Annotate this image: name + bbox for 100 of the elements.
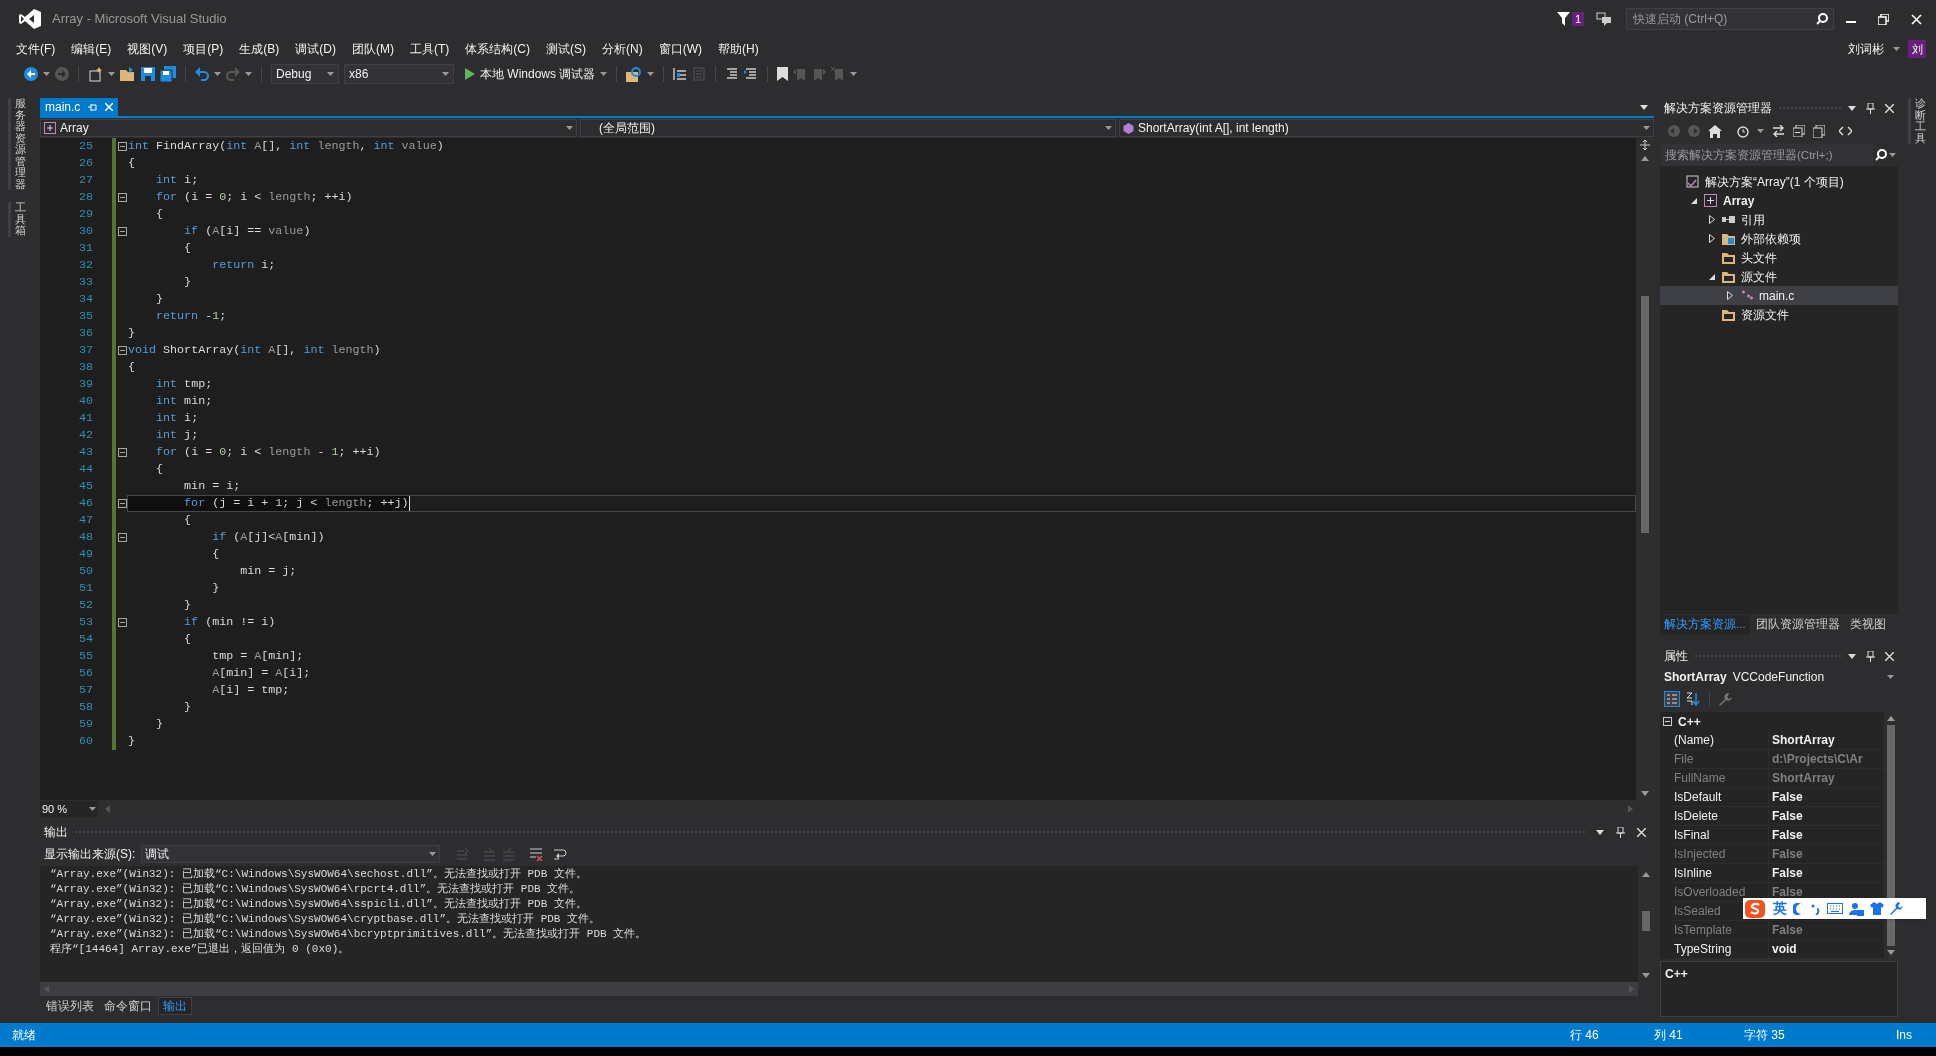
collapsed-arrow-icon[interactable]: [1708, 234, 1716, 243]
restore-icon[interactable]: [1878, 13, 1889, 25]
wrench-icon[interactable]: [1890, 902, 1903, 915]
search-icon[interactable]: [1875, 149, 1887, 161]
dropdown-caret-icon[interactable]: [1105, 126, 1112, 130]
save-all-icon[interactable]: [160, 66, 176, 82]
member-dropdown[interactable]: ShortArray(int A[], int length): [1119, 119, 1654, 137]
close-icon[interactable]: [1885, 103, 1894, 113]
menu-item[interactable]: 调试(D): [287, 39, 344, 59]
dropdown-caret-icon[interactable]: [566, 126, 573, 130]
scrollbar-thumb[interactable]: [1642, 911, 1650, 931]
tree-item[interactable]: 引用: [1660, 210, 1898, 229]
collapsed-arrow-icon[interactable]: [1708, 215, 1716, 224]
keyboard-icon[interactable]: [1827, 903, 1843, 914]
split-window-icon[interactable]: [1640, 140, 1650, 150]
quick-launch-field[interactable]: 快速启动 (Ctrl+Q): [1626, 8, 1834, 30]
pin-icon[interactable]: [1616, 826, 1625, 838]
menu-item[interactable]: 窗口(W): [650, 39, 710, 59]
property-value[interactable]: ShortArray: [1769, 731, 1884, 749]
panel-tab[interactable]: 输出: [158, 997, 192, 1015]
dropdown-caret-icon[interactable]: [245, 72, 252, 76]
close-icon[interactable]: [1885, 651, 1894, 661]
property-value[interactable]: void: [1769, 940, 1884, 958]
zoom-dropdown[interactable]: 90 %: [40, 801, 98, 817]
punctuation-icon[interactable]: [1811, 902, 1821, 915]
property-value[interactable]: False: [1769, 864, 1884, 882]
clear-all-icon[interactable]: [529, 847, 544, 861]
tool-window-tab[interactable]: 诊断工具: [1908, 98, 1926, 145]
menu-item[interactable]: 分析(N): [594, 39, 651, 59]
collapse-icon[interactable]: [117, 142, 127, 151]
skin-shirt-icon[interactable]: [1870, 902, 1884, 915]
categorized-icon[interactable]: [1664, 691, 1680, 707]
menu-item[interactable]: 帮助(H): [710, 39, 767, 59]
pin-icon[interactable]: [1866, 102, 1875, 114]
collapse-icon[interactable]: [117, 448, 127, 457]
collapse-icon[interactable]: [117, 499, 127, 508]
scroll-down-icon[interactable]: [1642, 973, 1650, 978]
dropdown-caret-icon[interactable]: [108, 72, 115, 76]
tree-item[interactable]: Array: [1660, 191, 1898, 210]
menu-item[interactable]: 工具(T): [402, 39, 458, 59]
pin-icon[interactable]: [1866, 650, 1875, 662]
comment-lines-icon[interactable]: [725, 67, 740, 81]
open-folder-icon[interactable]: [120, 67, 136, 81]
collapse-icon[interactable]: [117, 618, 127, 627]
home-icon[interactable]: [1708, 124, 1722, 138]
tree-item[interactable]: 源文件: [1660, 267, 1898, 286]
code-view-icon[interactable]: [1839, 126, 1852, 136]
feedback-icon[interactable]: [1596, 12, 1612, 26]
word-wrap-icon[interactable]: [553, 847, 568, 861]
property-value[interactable]: ShortArray: [1769, 769, 1884, 787]
scroll-down-icon[interactable]: [1887, 950, 1895, 955]
property-value[interactable]: False: [1769, 883, 1884, 901]
collapse-icon[interactable]: [117, 193, 127, 202]
new-project-icon[interactable]: [88, 66, 103, 82]
tree-item[interactable]: 头文件: [1660, 248, 1898, 267]
window-menu-icon[interactable]: [1848, 653, 1856, 659]
scrollbar-thumb[interactable]: [1887, 725, 1895, 946]
tree-item[interactable]: 解决方案“Array”(1 个项目): [1660, 172, 1898, 191]
dropdown-caret-icon[interactable]: [442, 72, 449, 76]
menu-item[interactable]: 项目(P): [175, 39, 232, 59]
dropdown-caret-icon[interactable]: [43, 72, 50, 76]
save-icon[interactable]: [141, 67, 155, 81]
collapse-icon[interactable]: [117, 533, 127, 542]
filter-icon[interactable]: [1556, 12, 1570, 26]
undo-icon[interactable]: [195, 67, 209, 81]
close-icon[interactable]: [1637, 827, 1646, 837]
indent-lines-icon[interactable]: [673, 67, 688, 81]
menu-item[interactable]: 测试(S): [538, 39, 594, 59]
collapse-icon[interactable]: [117, 227, 127, 236]
history-icon[interactable]: [1736, 124, 1749, 138]
panel-tab[interactable]: 类视图: [1845, 615, 1890, 635]
configuration-dropdown[interactable]: Debug: [271, 64, 339, 84]
property-value[interactable]: False: [1769, 826, 1884, 844]
tool-window-tab[interactable]: 服务器资源管理器: [8, 98, 26, 191]
user-icon[interactable]: [1849, 901, 1864, 916]
user-name[interactable]: 刘词彬: [1848, 40, 1884, 58]
window-menu-icon[interactable]: [1848, 105, 1856, 111]
dropdown-caret-icon[interactable]: [1757, 129, 1764, 133]
dropdown-caret-icon[interactable]: [600, 72, 608, 76]
dropdown-caret-icon[interactable]: [214, 72, 221, 76]
dropdown-caret-icon[interactable]: [89, 807, 96, 811]
dropdown-caret-icon[interactable]: [1889, 153, 1896, 157]
tool-window-tab[interactable]: 工具箱: [8, 202, 26, 237]
expanded-arrow-icon[interactable]: [1708, 272, 1716, 281]
menu-item[interactable]: 体系结构(C): [457, 39, 538, 59]
collapse-all-icon[interactable]: [1793, 125, 1805, 137]
dropdown-caret-icon[interactable]: [429, 852, 437, 856]
object-selector[interactable]: ShortArray VCCodeFunction: [1660, 666, 1898, 688]
menu-item[interactable]: 编辑(E): [63, 39, 120, 59]
collapsed-arrow-icon[interactable]: [1726, 291, 1734, 300]
tree-item[interactable]: 外部依赖项: [1660, 229, 1898, 248]
dropdown-caret-icon[interactable]: [850, 72, 858, 76]
property-value[interactable]: False: [1769, 807, 1884, 825]
tree-item[interactable]: 资源文件: [1660, 305, 1898, 324]
uncomment-lines-icon[interactable]: [744, 67, 759, 81]
panel-tab[interactable]: 解决方案资源...: [1660, 615, 1750, 635]
find-in-files-icon[interactable]: [626, 66, 643, 82]
property-pages-icon[interactable]: [1719, 692, 1732, 706]
property-value[interactable]: False: [1769, 845, 1884, 863]
user-avatar[interactable]: 刘: [1908, 40, 1926, 58]
